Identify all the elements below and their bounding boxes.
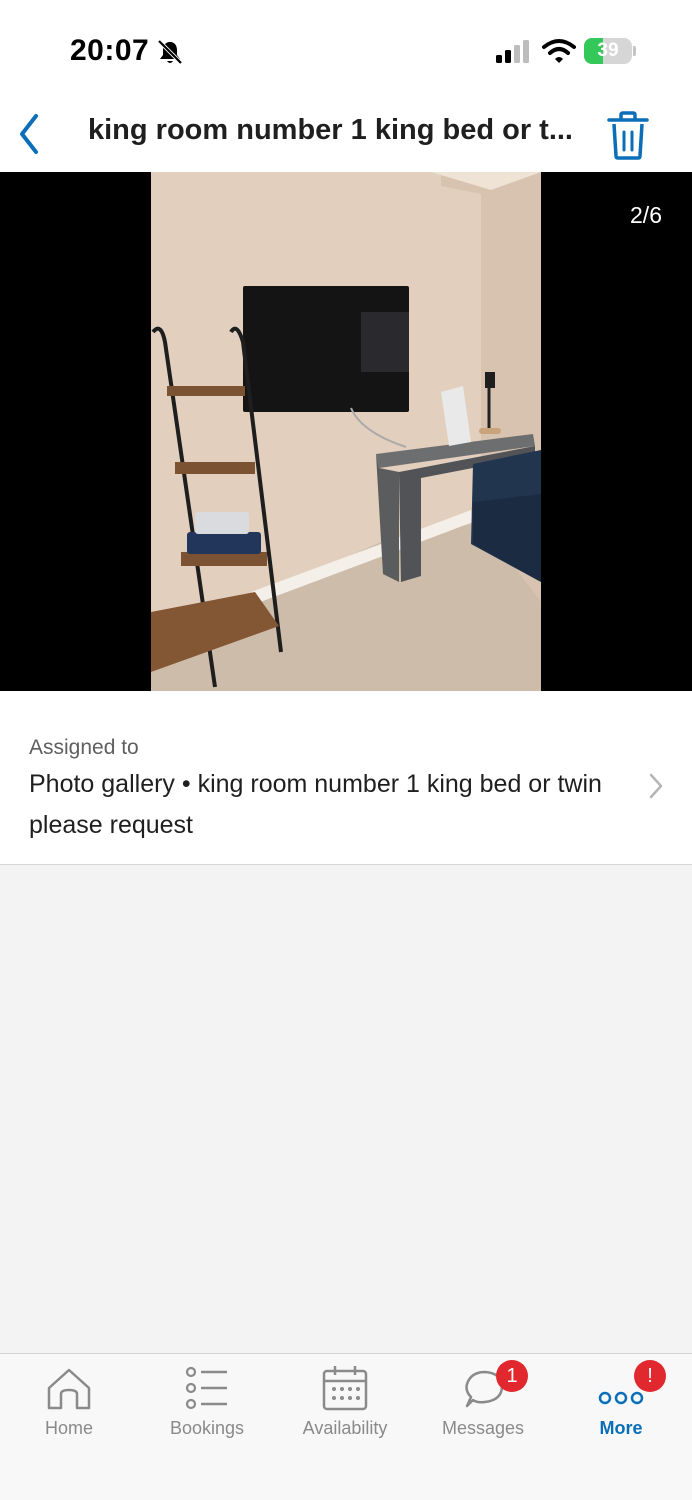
home-icon <box>47 1368 91 1410</box>
trash-icon <box>607 111 649 160</box>
back-button[interactable] <box>10 110 50 158</box>
assigned-to-row[interactable]: Assigned to Photo gallery • king room nu… <box>0 691 692 865</box>
wifi-icon <box>542 39 576 63</box>
battery-level: 39 <box>597 40 619 61</box>
tab-label: Bookings <box>169 1418 245 1438</box>
tab-more[interactable]: ! More <box>552 1354 690 1464</box>
calendar-icon <box>322 1366 368 1411</box>
tab-label: More <box>599 1418 643 1438</box>
chevron-right-icon <box>649 773 663 799</box>
photo-viewer[interactable]: 2/6 <box>0 172 692 691</box>
assigned-to-value: Photo gallery • king room number 1 king … <box>29 770 602 839</box>
battery-indicator: 39 <box>584 38 636 64</box>
photo-counter: 2/6 <box>630 202 662 228</box>
delete-photo-button[interactable] <box>604 110 652 162</box>
tab-home[interactable]: Home <box>0 1354 138 1464</box>
status-time: 20:07 <box>70 34 150 67</box>
cellular-signal-icon <box>496 40 529 63</box>
tab-messages[interactable]: 1 Messages <box>414 1354 552 1464</box>
tab-bar: Home Bookings Availability 1 Messages ! … <box>0 1353 692 1500</box>
room-photo[interactable] <box>151 172 541 691</box>
navigation-bar: king room number 1 king bed or t... <box>0 100 692 172</box>
status-bar: 20:07 39 <box>0 0 692 100</box>
bell-muted-icon <box>157 39 183 65</box>
list-icon <box>185 1366 227 1410</box>
tab-label: Messages <box>441 1418 525 1438</box>
tab-bookings[interactable]: Bookings <box>138 1354 276 1464</box>
more-alert-badge: ! <box>634 1360 666 1392</box>
chevron-left-icon <box>20 114 38 154</box>
page-title: king room number 1 king bed or t... <box>88 114 573 146</box>
assigned-to-label: Assigned to <box>29 736 139 759</box>
messages-badge: 1 <box>496 1360 528 1392</box>
tab-label: Home <box>44 1418 93 1438</box>
tab-availability[interactable]: Availability <box>276 1354 414 1464</box>
tab-label: Availability <box>302 1418 388 1438</box>
